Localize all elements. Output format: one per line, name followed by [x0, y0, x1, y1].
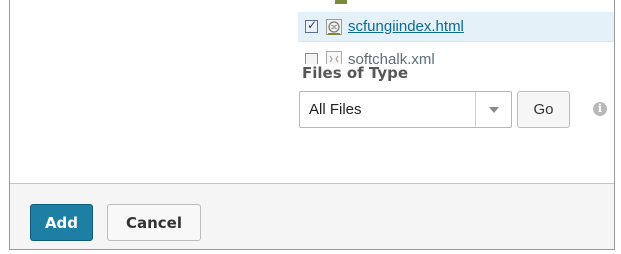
file-checkbox[interactable]: [305, 52, 318, 64]
cancel-button[interactable]: Cancel: [107, 204, 201, 241]
web-page-icon: [326, 18, 342, 35]
file-checkbox[interactable]: [305, 18, 318, 33]
file-link[interactable]: scfungiindex.html: [348, 18, 464, 35]
add-button[interactable]: Add: [30, 204, 93, 241]
file-type-value: All Files: [309, 101, 362, 118]
file-link[interactable]: softchalk.xml: [348, 51, 435, 65]
info-icon[interactable]: i: [593, 102, 607, 116]
file-list: scfungiindex.html softchalk.xml: [298, 0, 614, 65]
file-row[interactable]: softchalk.xml: [298, 44, 614, 65]
dialog-footer: Add Cancel: [10, 183, 614, 249]
file-type-select[interactable]: All Files: [299, 91, 512, 128]
file-row[interactable]: scfungiindex.html: [298, 12, 614, 42]
previous-file-icon-edge: [335, 0, 347, 4]
files-of-type-label: Files of Type: [302, 64, 409, 82]
chevron-down-icon[interactable]: [475, 92, 511, 127]
go-button[interactable]: Go: [517, 91, 570, 128]
dialog-frame: scfungiindex.html softchalk.xml Files of…: [9, 0, 615, 250]
xml-file-icon: [326, 51, 342, 64]
